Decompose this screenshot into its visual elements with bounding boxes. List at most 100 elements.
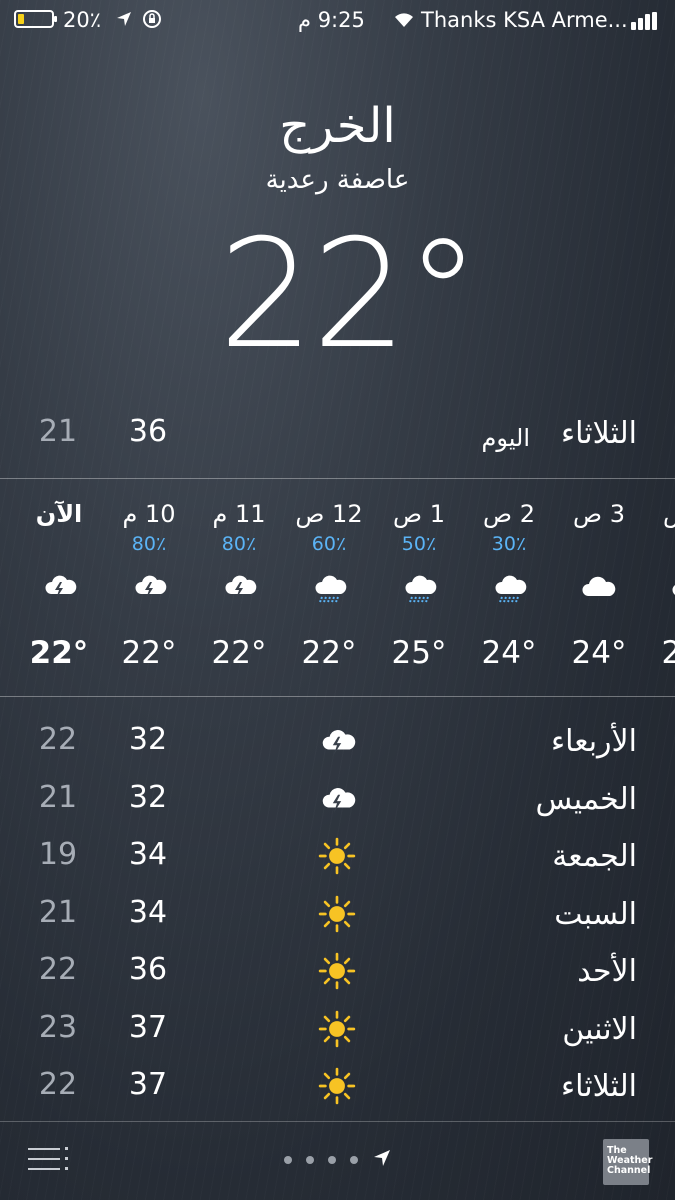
wifi-icon: [395, 13, 413, 27]
hourly-temp: 22°: [211, 635, 267, 671]
daily-row: 23 37 الاثنين: [0, 1010, 675, 1066]
weather-condition: عاصفة رعدية: [265, 165, 410, 195]
battery-fill: [18, 14, 25, 24]
precip-chance: 30٪: [491, 533, 527, 555]
daily-row: 21 32 الخميس: [0, 780, 675, 836]
hourly-time: الآن: [35, 500, 83, 528]
battery-icon: [14, 10, 57, 28]
location-arrow-icon: [117, 12, 131, 26]
precip-chance: 80٪: [221, 533, 257, 555]
divider: [0, 696, 675, 697]
signal-bars-icon: [631, 12, 659, 30]
divider: [0, 478, 675, 479]
rain-icon: [311, 568, 347, 604]
hourly-forecast[interactable]: الآن 22° 10 م 80٪ 22° 11 م 80٪ 22° 12 ص 60٪ 22° 1 ص…: [0, 480, 675, 696]
today-row: 21 36 اليوم الثلاثاء: [0, 414, 675, 458]
hourly-temp: 22°: [121, 635, 177, 671]
hourly-time: 2 ص: [483, 500, 535, 528]
daily-high: 34: [128, 837, 168, 872]
daily-day: الخميس: [535, 781, 637, 817]
hourly-temp: 22°: [29, 635, 89, 671]
thunderstorm-icon: [221, 568, 257, 604]
daily-row: 22 37 الثلاثاء: [0, 1067, 675, 1123]
weather-channel-logo[interactable]: The Weather Channel: [603, 1139, 652, 1185]
hourly-temp: 24°: [571, 635, 627, 671]
daily-low: 21: [38, 779, 78, 815]
hourly-time: 12 ص: [295, 500, 363, 528]
hourly-item: 12 ص 60٪ 22°: [284, 480, 374, 696]
sun-icon: [318, 895, 356, 933]
today-high: 36: [128, 414, 168, 449]
daily-low: 19: [38, 837, 78, 872]
daily-high: 36: [128, 952, 168, 987]
hourly-item: الآن 22°: [14, 480, 104, 696]
hourly-time: 1 ص: [393, 500, 445, 528]
daily-high: 32: [128, 779, 168, 815]
daily-day: الأربعاء: [550, 724, 637, 759]
daily-day: الأحد: [577, 954, 637, 989]
cloud-icon: [671, 568, 675, 604]
sun-icon: [318, 1067, 356, 1105]
thunderstorm-icon: [318, 780, 356, 818]
hourly-time: 3 ص: [573, 500, 625, 528]
page-dot[interactable]: [328, 1156, 336, 1164]
thunderstorm-icon: [41, 568, 77, 604]
rain-icon: [491, 568, 527, 604]
hourly-time: 11 م: [212, 500, 266, 528]
daily-low: 22: [38, 722, 78, 757]
hourly-time: 10 م: [122, 500, 176, 528]
today-day: الثلاثاء: [560, 416, 637, 451]
daily-day: الاثنين: [562, 1011, 637, 1047]
hourly-time: 4 ص: [644, 500, 675, 528]
today-low: 21: [38, 414, 78, 449]
daily-high: 32: [128, 722, 168, 757]
hourly-temp: 24°: [481, 635, 537, 671]
current-temperature: 22°: [218, 208, 481, 382]
clock: 9:25 م: [298, 8, 365, 32]
thunderstorm-icon: [318, 722, 356, 760]
precip-chance: 60٪: [311, 533, 347, 555]
hourly-item: 11 م 80٪ 22°: [194, 480, 284, 696]
daily-high: 34: [128, 894, 168, 930]
hourly-temp: 25°: [391, 635, 447, 671]
daily-low: 23: [38, 1009, 78, 1045]
status-bar: 20٪ 9:25 م Thanks KSA Arme...: [0, 0, 675, 40]
daily-high: 37: [128, 1009, 168, 1045]
page-dot[interactable]: [350, 1156, 358, 1164]
orientation-lock-icon: [143, 10, 161, 28]
daily-low: 21: [38, 894, 78, 930]
page-dot[interactable]: [284, 1156, 292, 1164]
daily-day: الجمعة: [552, 839, 637, 874]
battery-percent: 20٪: [63, 8, 102, 32]
daily-day: الثلاثاء: [560, 1069, 637, 1104]
cloud-icon: [581, 568, 617, 604]
daily-row: 19 34 الجمعة: [0, 837, 675, 893]
city-list-button[interactable]: [28, 1146, 68, 1174]
bottom-toolbar: The Weather Channel: [0, 1122, 675, 1200]
daily-low: 22: [38, 1067, 78, 1102]
hourly-temp: 24°: [661, 635, 675, 671]
hourly-item: 10 م 80٪ 22°: [104, 480, 194, 696]
hourly-temp: 22°: [301, 635, 357, 671]
today-label: اليوم: [481, 424, 530, 452]
daily-high: 37: [128, 1067, 168, 1102]
daily-row: 22 32 الأربعاء: [0, 722, 675, 778]
hourly-item: 2 ص 30٪ 24°: [464, 480, 554, 696]
precip-chance: 50٪: [401, 533, 437, 555]
sun-icon: [318, 837, 356, 875]
rain-icon: [401, 568, 437, 604]
daily-low: 22: [38, 952, 78, 987]
city-name: الخرج: [279, 98, 396, 154]
page-dot[interactable]: [306, 1156, 314, 1164]
hourly-item: 1 ص 50٪ 25°: [374, 480, 464, 696]
sun-icon: [318, 952, 356, 990]
hourly-item: 3 ص 24°: [554, 480, 644, 696]
carrier-name: Thanks KSA Arme...: [421, 8, 628, 32]
daily-day: السبت: [554, 896, 637, 932]
daily-row: 21 34 السبت: [0, 895, 675, 951]
precip-chance: 80٪: [131, 533, 167, 555]
sun-icon: [318, 1010, 356, 1048]
current-location-icon: [374, 1150, 390, 1166]
hourly-item: 4 ص 24°: [644, 480, 675, 696]
thunderstorm-icon: [131, 568, 167, 604]
